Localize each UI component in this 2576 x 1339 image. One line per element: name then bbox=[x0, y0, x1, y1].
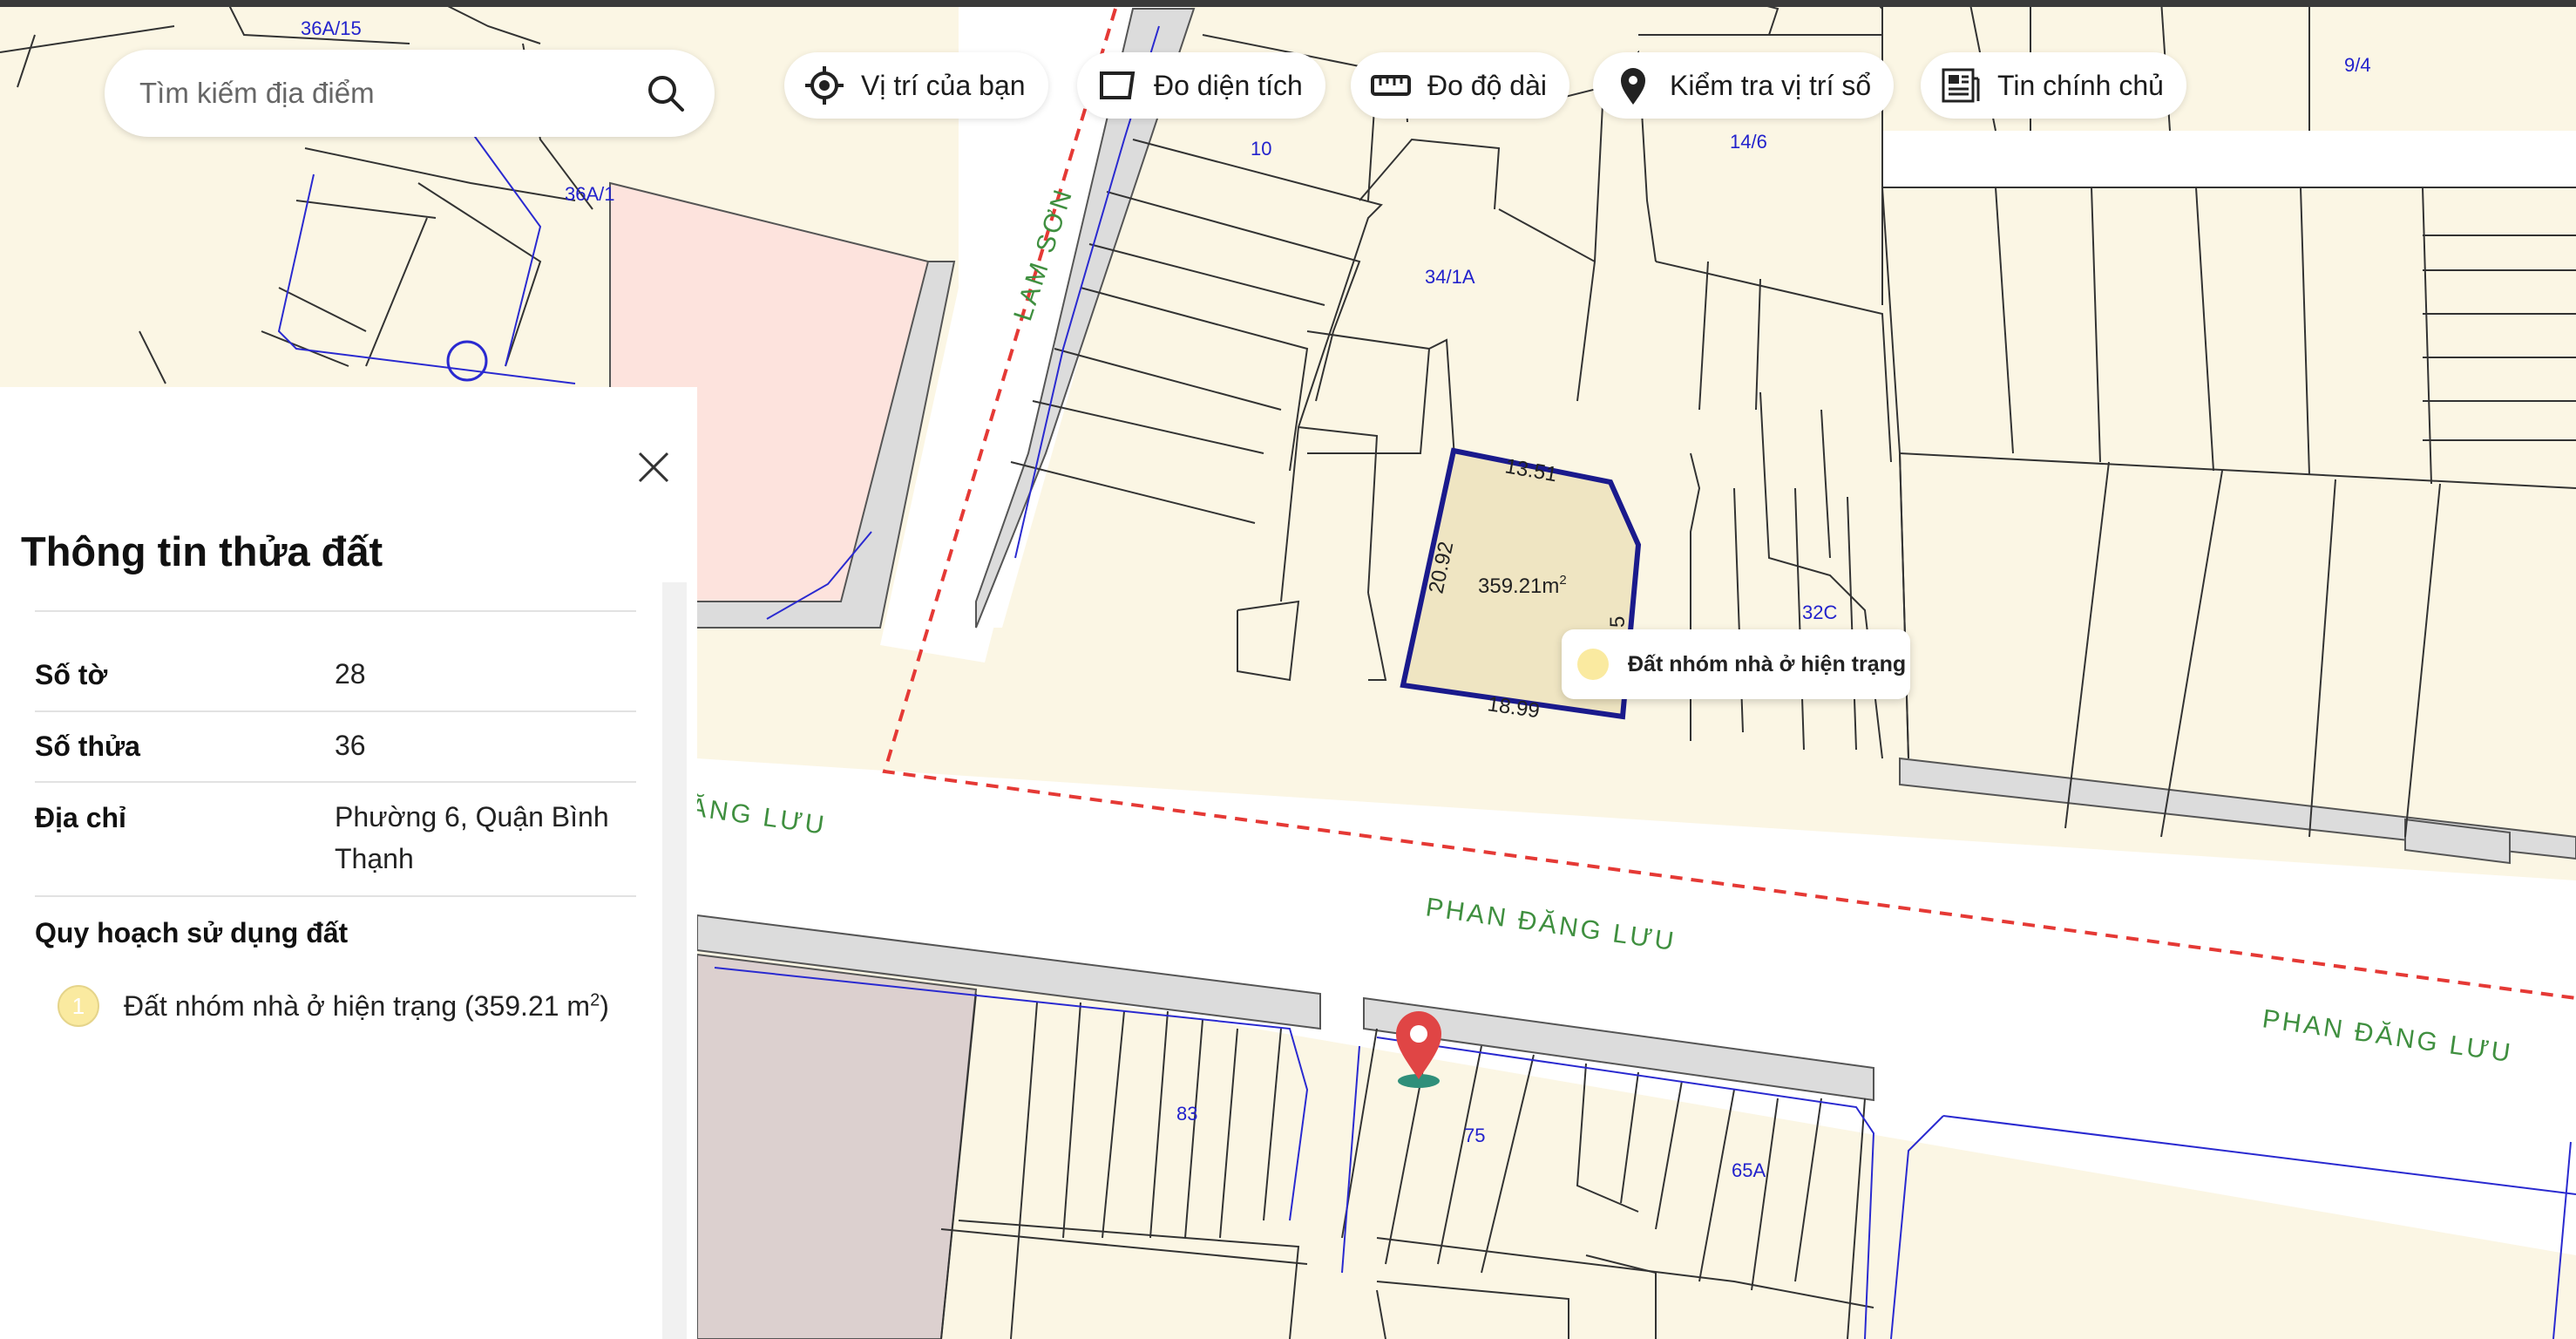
address-label: Địa chỉ bbox=[35, 802, 126, 833]
search-input[interactable] bbox=[138, 76, 629, 111]
search-box[interactable] bbox=[105, 50, 715, 137]
parcel-label: 34/1A bbox=[1425, 266, 1475, 288]
close-icon[interactable] bbox=[634, 448, 673, 486]
measure-length-label: Đo độ dài bbox=[1427, 69, 1547, 101]
sheet-number-label: Số tờ bbox=[35, 659, 108, 690]
parcel-label: 65A bbox=[1732, 1159, 1766, 1181]
owner-listing-label: Tin chính chủ bbox=[1997, 69, 2164, 101]
parcel-label: 75 bbox=[1464, 1125, 1485, 1146]
parcel-number-value: 36 bbox=[335, 730, 366, 761]
parcel-area: 359.21m2 bbox=[1478, 573, 1567, 598]
locate-button[interactable]: Vị trí của bạn bbox=[784, 52, 1048, 119]
divider bbox=[35, 610, 636, 612]
area-icon bbox=[1100, 71, 1135, 99]
planning-item-text: Đất nhóm nhà ở hiện trạng (359.21 m2) bbox=[124, 989, 609, 1022]
planning-item[interactable]: 1 Đất nhóm nhà ở hiện trạng (359.21 m2) bbox=[58, 985, 609, 1027]
edge-length-right: 5 bbox=[1606, 616, 1630, 628]
parcel-label: 36A/1 bbox=[565, 183, 615, 205]
parcel-label: 14/6 bbox=[1730, 131, 1767, 153]
measure-area-button[interactable]: Đo diện tích bbox=[1077, 52, 1325, 119]
parcel-label: 10 bbox=[1251, 138, 1271, 160]
owner-listing-button[interactable]: Tin chính chủ bbox=[1921, 52, 2186, 119]
tooltip-label: Đất nhóm nhà ở hiện trạng bbox=[1628, 651, 1907, 676]
measure-area-label: Đo diện tích bbox=[1154, 69, 1303, 101]
locate-label: Vị trí của bạn bbox=[861, 69, 1026, 101]
sheet-number-value: 28 bbox=[335, 658, 366, 690]
map-marker-icon[interactable] bbox=[1396, 1011, 1441, 1088]
planning-heading: Quy hoạch sử dụng đất bbox=[35, 917, 349, 948]
panel-title: Thông tin thửa đất bbox=[21, 528, 383, 574]
measure-length-button[interactable]: Đo độ dài bbox=[1351, 52, 1569, 119]
parcel-label: 83 bbox=[1176, 1103, 1197, 1125]
mauve-zone bbox=[696, 953, 978, 1339]
parcel-label: 36A/15 bbox=[301, 17, 362, 39]
parcel-label: 32C bbox=[1802, 602, 1837, 623]
parcel-label: 9/4 bbox=[2344, 54, 2371, 76]
parcel-number-label: Số thửa bbox=[35, 731, 140, 762]
land-type-swatch bbox=[1577, 649, 1609, 680]
check-position-label: Kiểm tra vị trí sổ bbox=[1670, 69, 1872, 101]
locate-icon bbox=[805, 66, 844, 105]
divider bbox=[35, 710, 636, 712]
land-type-tooltip[interactable]: Đất nhóm nhà ở hiện trạng bbox=[1562, 629, 1910, 699]
panel-scrollbar[interactable] bbox=[662, 582, 687, 1339]
ruler-icon bbox=[1371, 75, 1411, 96]
divider bbox=[35, 895, 636, 897]
divider bbox=[35, 781, 636, 783]
search-icon[interactable] bbox=[643, 71, 688, 116]
news-icon bbox=[1942, 68, 1980, 103]
address-value: Phường 6, Quận Bình Thạnh bbox=[335, 801, 609, 874]
pin-icon bbox=[1621, 68, 1645, 105]
top-edge bbox=[0, 0, 2576, 7]
check-position-button[interactable]: Kiểm tra vị trí sổ bbox=[1593, 52, 1895, 119]
planning-index: 1 bbox=[58, 985, 99, 1027]
